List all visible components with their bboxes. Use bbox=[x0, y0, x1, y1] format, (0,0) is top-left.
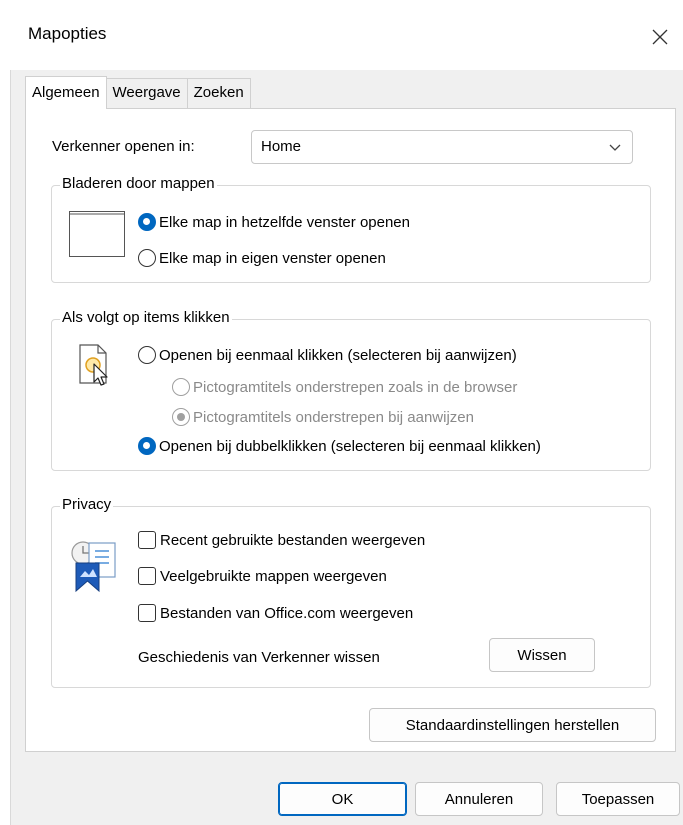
check-office-files-label: Bestanden van Office.com weergeven bbox=[160, 604, 414, 622]
radio-dot bbox=[138, 437, 156, 455]
tab-strip: Algemeen Weergave Zoeken bbox=[25, 76, 251, 109]
open-in-value: Home bbox=[261, 138, 302, 155]
window-title: Mapopties bbox=[28, 24, 107, 43]
radio-underline-browser-label: Pictogramtitels onderstrepen zoals in de… bbox=[193, 378, 518, 396]
check-recent-files[interactable]: Recent gebruikte bestanden weergeven bbox=[138, 531, 425, 549]
click-cursor-icon bbox=[79, 344, 108, 386]
browse-folders-legend: Bladeren door mappen bbox=[60, 175, 217, 192]
radio-same-window[interactable]: Elke map in hetzelfde venster openen bbox=[138, 213, 410, 231]
open-in-select[interactable]: Home bbox=[251, 130, 633, 164]
title-bar: Mapopties bbox=[10, 0, 683, 70]
apply-button[interactable]: Toepassen bbox=[556, 782, 680, 816]
radio-dot bbox=[138, 346, 156, 364]
privacy-history-icon bbox=[71, 541, 116, 593]
close-icon bbox=[652, 29, 668, 45]
check-frequent-folders-label: Veelgebruikte mappen weergeven bbox=[160, 567, 387, 585]
close-button[interactable] bbox=[637, 14, 683, 60]
cancel-button[interactable]: Annuleren bbox=[415, 782, 543, 816]
clear-history-button[interactable]: Wissen bbox=[489, 638, 595, 672]
ok-button[interactable]: OK bbox=[278, 782, 407, 816]
open-in-label: Verkenner openen in: bbox=[52, 138, 195, 155]
restore-defaults-button[interactable]: Standaardinstellingen herstellen bbox=[369, 708, 656, 742]
checkbox-box bbox=[138, 531, 156, 549]
radio-single-click-label: Openen bij eenmaal klikken (selecteren b… bbox=[159, 346, 517, 364]
click-items-group: Als volgt op items klikken Openen bij ee… bbox=[51, 309, 651, 471]
tab-panel-algemeen: Verkenner openen in: Home Bladeren door … bbox=[25, 108, 676, 752]
tab-algemeen[interactable]: Algemeen bbox=[25, 76, 107, 109]
window-icon bbox=[69, 211, 125, 257]
radio-underline-browser[interactable]: Pictogramtitels onderstrepen zoals in de… bbox=[172, 378, 517, 396]
browse-folders-group: Bladeren door mappen Elke map in hetzelf… bbox=[51, 175, 651, 283]
radio-double-click[interactable]: Openen bij dubbelklikken (selecteren bij… bbox=[138, 437, 541, 455]
radio-own-window-label: Elke map in eigen venster openen bbox=[159, 249, 386, 267]
radio-dot bbox=[138, 249, 156, 267]
radio-same-window-label: Elke map in hetzelfde venster openen bbox=[159, 213, 410, 231]
click-items-legend: Als volgt op items klikken bbox=[60, 309, 232, 326]
radio-dot bbox=[172, 378, 190, 396]
radio-double-click-label: Openen bij dubbelklikken (selecteren bij… bbox=[159, 437, 541, 455]
radio-dot bbox=[138, 213, 156, 231]
clear-history-label: Geschiedenis van Verkenner wissen bbox=[138, 649, 380, 666]
chevron-down-icon bbox=[609, 144, 621, 151]
check-frequent-folders[interactable]: Veelgebruikte mappen weergeven bbox=[138, 567, 387, 585]
checkbox-box bbox=[138, 604, 156, 622]
privacy-legend: Privacy bbox=[60, 496, 114, 513]
radio-own-window[interactable]: Elke map in eigen venster openen bbox=[138, 249, 386, 267]
check-office-files[interactable]: Bestanden van Office.com weergeven bbox=[138, 604, 413, 622]
privacy-group: Privacy Recent gebruikte bestanden weerg… bbox=[51, 496, 651, 688]
radio-dot bbox=[172, 408, 190, 426]
check-recent-files-label: Recent gebruikte bestanden weergeven bbox=[160, 531, 426, 549]
tab-weergave[interactable]: Weergave bbox=[105, 78, 188, 108]
checkbox-box bbox=[138, 567, 156, 585]
radio-underline-hover-label: Pictogramtitels onderstrepen bij aanwijz… bbox=[193, 408, 474, 426]
radio-single-click[interactable]: Openen bij eenmaal klikken (selecteren b… bbox=[138, 346, 517, 364]
tab-zoeken[interactable]: Zoeken bbox=[186, 78, 251, 108]
radio-underline-hover[interactable]: Pictogramtitels onderstrepen bij aanwijz… bbox=[172, 408, 474, 426]
dialog-body: Algemeen Weergave Zoeken Verkenner opene… bbox=[10, 70, 683, 825]
